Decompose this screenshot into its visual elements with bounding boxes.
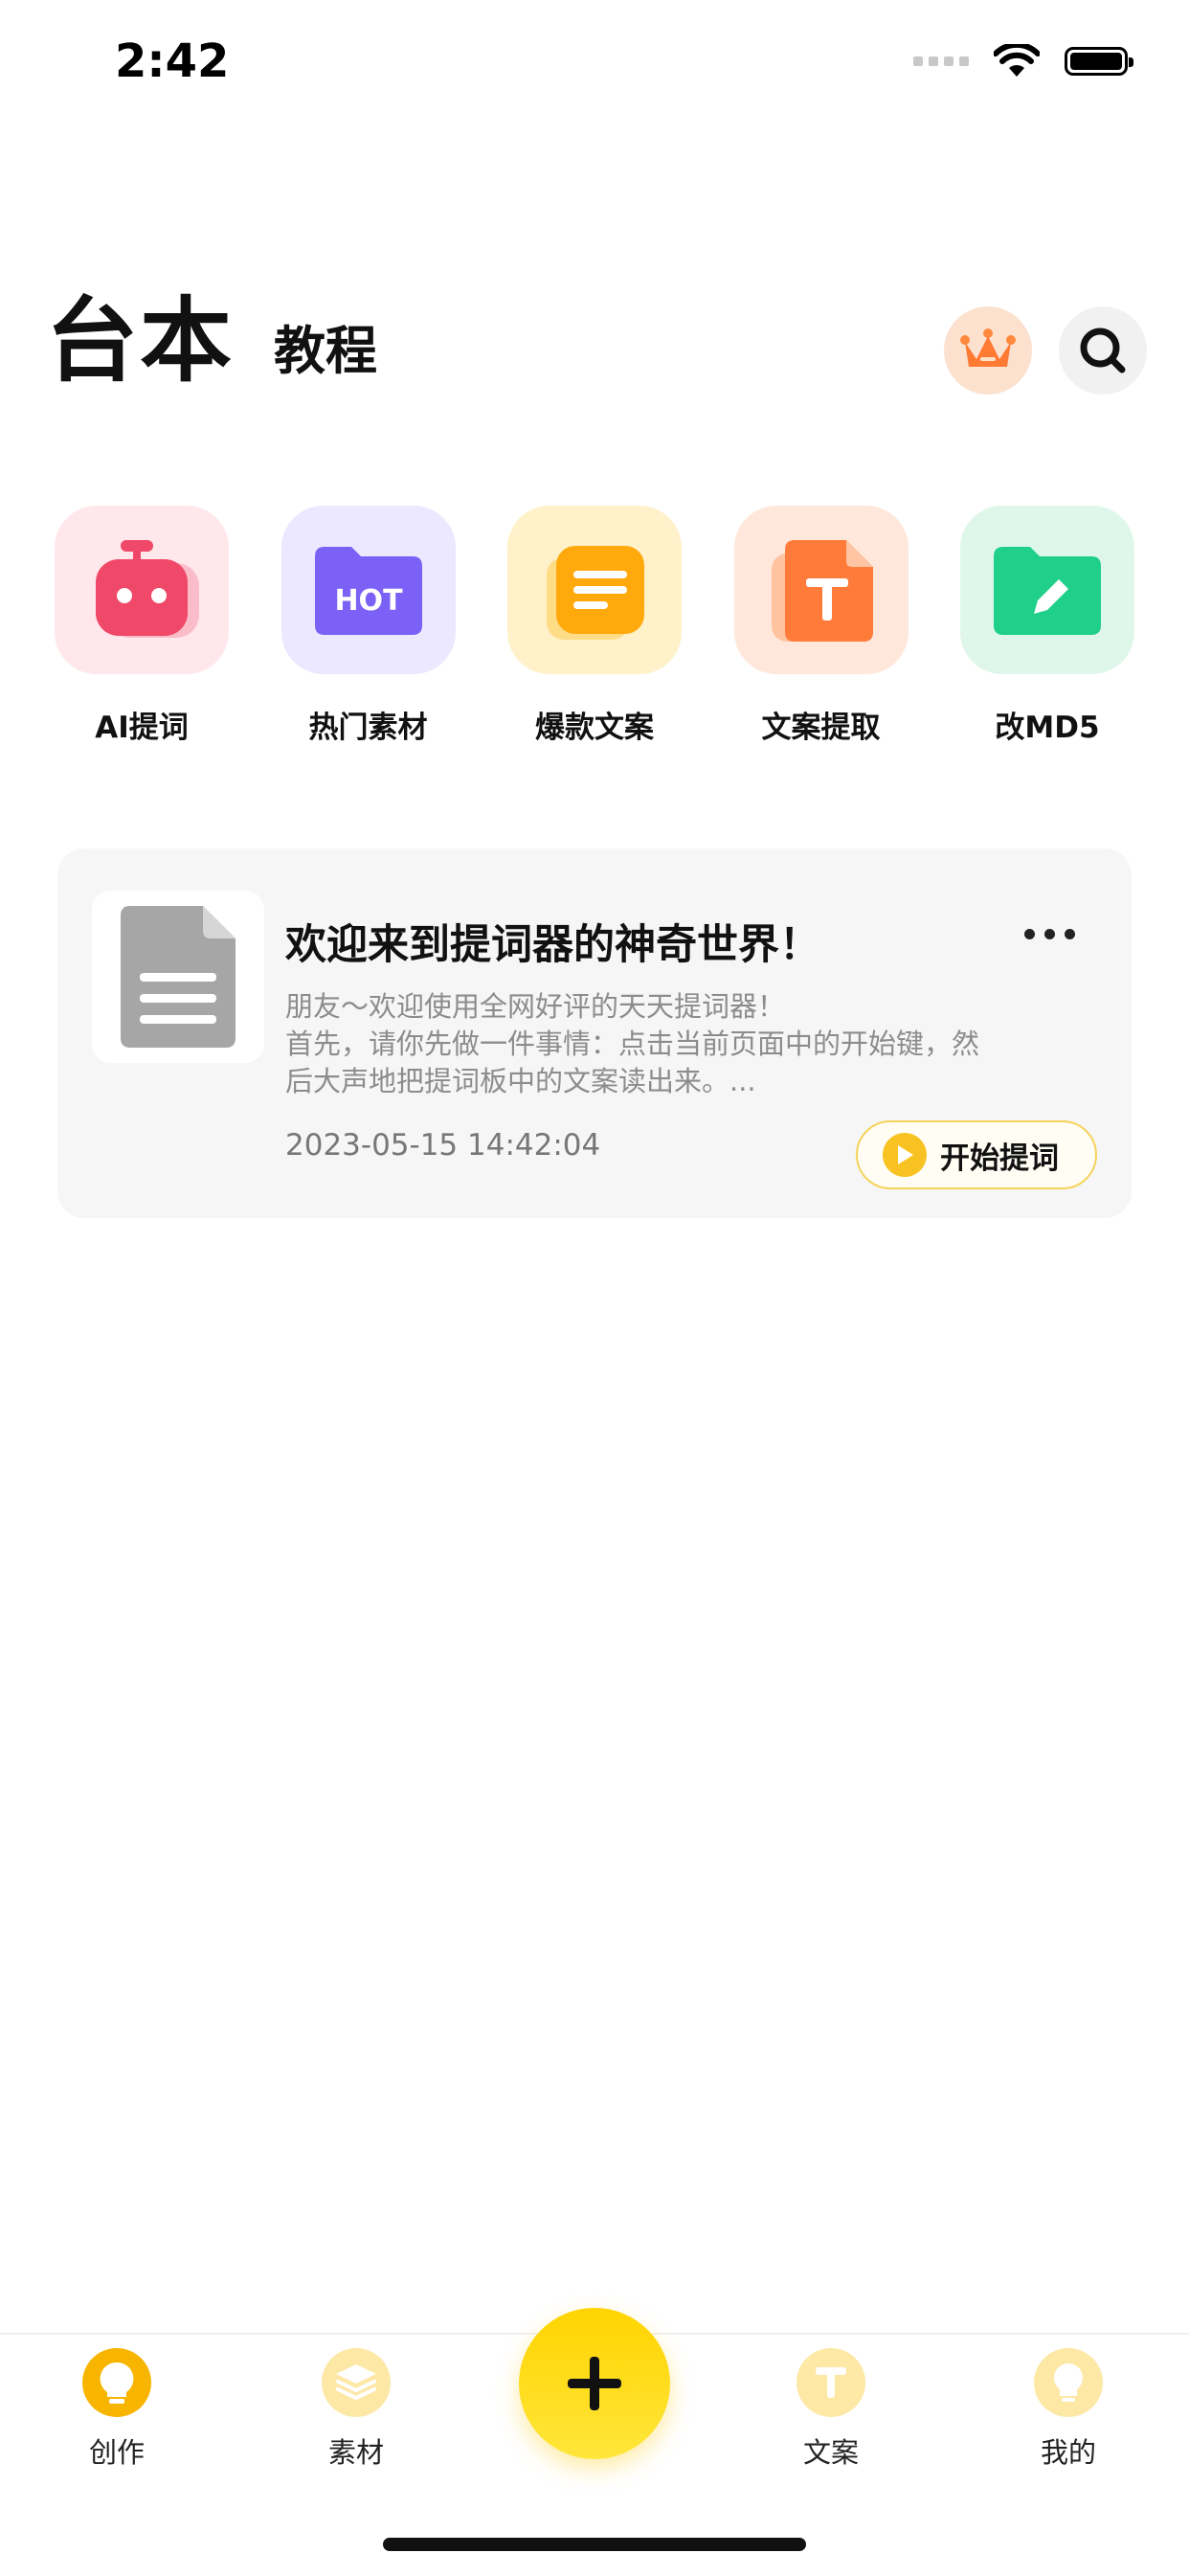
start-prompter-label: 开始提词: [940, 1141, 1059, 1176]
crown-icon: [960, 328, 1016, 367]
document-icon: [121, 906, 236, 1048]
tool-text-extract[interactable]: 文案提取: [726, 506, 917, 746]
more-options-button[interactable]: [1024, 929, 1075, 939]
tab-label: 素材: [327, 2436, 384, 2469]
card-timestamp: 2023-05-15 14:42:04: [285, 1128, 601, 1163]
tool-hot-material[interactable]: HOT 热门素材: [273, 506, 464, 746]
page-title: 台本: [46, 287, 234, 395]
tool-icon-bg: [55, 506, 229, 674]
wifi-icon: [994, 44, 1040, 77]
layers-icon: [322, 2348, 391, 2417]
tool-change-md5[interactable]: 改MD5: [952, 506, 1143, 746]
vip-button[interactable]: [944, 306, 1032, 395]
tool-label: 文案提取: [761, 711, 881, 745]
tool-icon-bg: [733, 506, 909, 674]
play-icon: [883, 1133, 927, 1177]
tool-viral-copy[interactable]: 爆款文案: [499, 506, 690, 746]
card-desc-line: 后大声地把提词板中的文案读出来。...: [285, 1065, 756, 1097]
tool-label: 改MD5: [995, 711, 1100, 745]
tool-icon-bg: [507, 506, 682, 674]
tab-label: 我的: [1040, 2436, 1096, 2469]
tab-mine[interactable]: 我的: [992, 2348, 1145, 2471]
status-icons: [913, 44, 1133, 79]
tool-label: 爆款文案: [535, 711, 654, 745]
edit-folder-icon: [994, 547, 1101, 635]
card-title: 欢迎来到提词器的神奇世界！: [285, 921, 820, 969]
plus-icon: [568, 2357, 621, 2410]
tab-label: 创作: [88, 2436, 145, 2469]
tab-label: 文案: [802, 2436, 859, 2469]
card-desc-line: 首先，请你先做一件事情：点击当前页面中的开始键，然: [285, 1028, 980, 1060]
tab-create[interactable]: 创作: [40, 2348, 193, 2471]
battery-icon: [1065, 47, 1133, 76]
search-button[interactable]: [1059, 306, 1147, 395]
lightbulb-icon: [82, 2348, 151, 2417]
card-desc-line: 朋友～欢迎使用全网好评的天天提词器！: [285, 990, 786, 1023]
note-icon: [547, 546, 644, 640]
tool-ai-prompt[interactable]: AI提词: [46, 506, 237, 746]
script-card[interactable]: 欢迎来到提词器的神奇世界！ 朋友～欢迎使用全网好评的天天提词器！ 首先，请你先做…: [57, 848, 1132, 1218]
hot-folder-icon: HOT: [314, 547, 422, 635]
search-icon: [1080, 328, 1126, 373]
home-indicator: [383, 2538, 806, 2551]
start-prompter-button[interactable]: 开始提词: [856, 1120, 1097, 1189]
tab-material[interactable]: 素材: [280, 2348, 433, 2471]
svg-text:HOT: HOT: [334, 584, 403, 618]
tool-label: AI提词: [95, 711, 189, 745]
profile-icon: [1034, 2348, 1103, 2417]
add-script-button[interactable]: [519, 2308, 670, 2459]
card-description: 朋友～欢迎使用全网好评的天天提词器！ 首先，请你先做一件事情：点击当前页面中的开…: [285, 988, 1089, 1100]
text-t-icon: [796, 2348, 865, 2417]
text-file-icon: [771, 540, 873, 642]
tool-icon-bg: HOT: [280, 506, 456, 674]
tab-copywriting[interactable]: 文案: [754, 2348, 908, 2471]
document-thumbnail: [92, 891, 264, 1063]
signal-icon: [913, 56, 969, 66]
status-time: 2:42: [115, 34, 230, 88]
robot-icon: [96, 540, 199, 638]
quick-tools: AI提词 HOT 热门素材 爆款文案 文案提取 改MD5: [46, 506, 1143, 746]
tutorial-tab[interactable]: 教程: [274, 308, 377, 384]
tool-label: 热门素材: [308, 711, 428, 745]
tool-icon-bg: [960, 506, 1134, 674]
